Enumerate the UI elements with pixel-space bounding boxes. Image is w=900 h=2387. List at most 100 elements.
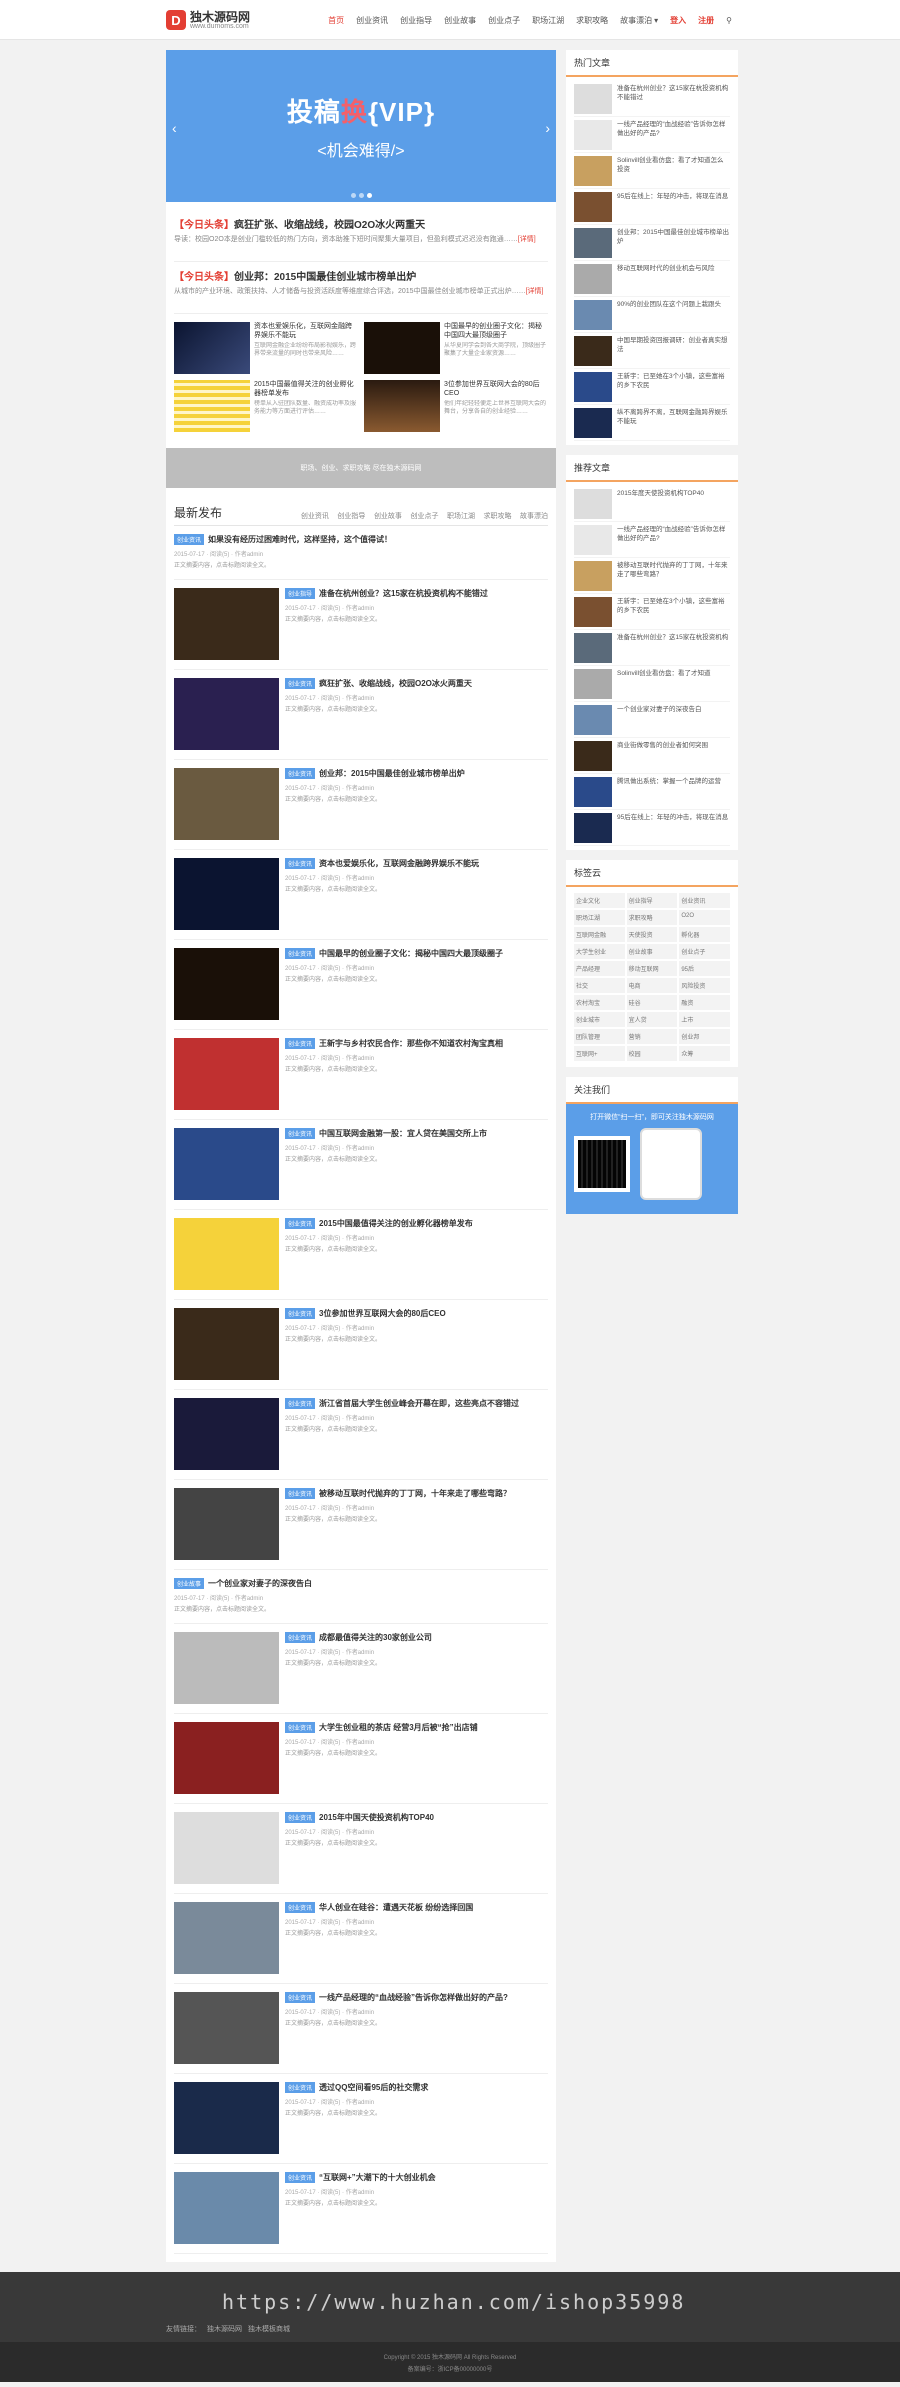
category-badge[interactable]: 创业资讯 (285, 948, 316, 959)
article-item[interactable]: 创业资讯 华人创业在硅谷：遭遇天花板 纷纷选择回国 2015-07-17 · 阅读(… (174, 1894, 548, 1984)
hot-article-item[interactable]: 移动互联网时代的创业机会与风险 (574, 261, 730, 297)
article-thumb[interactable] (174, 1488, 279, 1560)
footer-link[interactable]: 独木模板商城 (248, 2324, 290, 2334)
feature-thumb[interactable] (364, 380, 440, 432)
slider-prev-icon[interactable]: ‹ (172, 120, 177, 136)
list-tab[interactable]: 创业资讯 (301, 513, 329, 520)
nav-item[interactable]: 求职攻略 (570, 15, 614, 26)
article-thumb[interactable] (174, 2172, 279, 2244)
hot-article-item[interactable]: 纵不离跨界不离，互联网金融跨界娱乐不能玩 (574, 405, 730, 441)
feature-thumb[interactable] (364, 322, 440, 374)
nav-item[interactable]: 创业资讯 (350, 15, 394, 26)
widget-item-title[interactable]: 95后在线上：年轻的冲击，将现在消息 (617, 813, 728, 842)
tag-item[interactable]: 移动互联网 (626, 961, 678, 976)
article-item[interactable]: 创业资讯 成都最值得关注的30家创业公司 2015-07-17 · 阅读(5) · … (174, 1624, 548, 1714)
category-badge[interactable]: 创业资讯 (285, 2082, 316, 2093)
tag-item[interactable]: 电商 (626, 978, 678, 993)
widget-item-title[interactable]: 95后在线上：年轻的冲击，将现在消息 (617, 192, 728, 221)
article-title[interactable]: 创业资讯 一线产品经理的“血战经验”告诉你怎样做出好的产品? (285, 1992, 548, 2003)
tag-item[interactable]: 产品经理 (574, 961, 625, 976)
article-title[interactable]: 创业指导 准备在杭州创业？这15家在杭投资机构不能错过 (285, 588, 548, 599)
article-item[interactable]: 创业资讯 王新宇与乡村农民合作：那些你不知道农村淘宝真相 2015-07-17 · … (174, 1030, 548, 1120)
widget-thumb[interactable] (574, 489, 612, 519)
article-thumb[interactable] (174, 768, 279, 840)
tag-item[interactable]: 风险投资 (679, 978, 730, 993)
widget-thumb[interactable] (574, 561, 612, 591)
category-badge[interactable]: 创业资讯 (285, 1218, 316, 1229)
widget-thumb[interactable] (574, 633, 612, 663)
list-tab[interactable]: 求职攻略 (483, 513, 511, 520)
nav-item[interactable]: 创业点子 (482, 15, 526, 26)
tag-item[interactable]: O2O (679, 910, 730, 925)
category-badge[interactable]: 创业资讯 (285, 1722, 316, 1733)
tag-item[interactable]: 营销 (626, 1029, 678, 1044)
widget-item-title[interactable]: 中国早期投资回报调研：创业者真实想法 (617, 336, 730, 365)
widget-item-title[interactable]: 准备在杭州创业？这15家在杭投资机构 (617, 633, 728, 662)
widget-item-title[interactable]: 被移动互联时代抛弃的丁丁网，十年来走了哪些弯路？ (617, 561, 730, 590)
tag-item[interactable]: 农村淘宝 (574, 995, 625, 1010)
article-thumb[interactable] (174, 1218, 279, 1290)
widget-thumb[interactable] (574, 705, 612, 735)
category-badge[interactable]: 创业资讯 (285, 678, 316, 689)
hero-slider[interactable]: 投稿换{VIP} <机会难得/> ‹ › (166, 50, 556, 202)
tag-item[interactable]: 宜人贷 (626, 1012, 678, 1027)
article-item[interactable]: 创业资讯 2015年中国天使投资机构TOP40 2015-07-17 · 阅读(5)… (174, 1804, 548, 1894)
article-title[interactable]: 创业资讯 中国最早的创业圈子文化：揭秘中国四大最顶级圈子 (285, 948, 548, 959)
tag-item[interactable]: 大学生创业 (574, 944, 625, 959)
category-badge[interactable]: 创业资讯 (285, 858, 316, 869)
widget-item-title[interactable]: Solinvill创业看仿盘：看了才知道 (617, 669, 711, 698)
article-title[interactable]: 创业资讯 浙江省首届大学生创业峰会开幕在即，这些亮点不容错过 (285, 1398, 548, 1409)
tag-item[interactable]: 创业城市 (574, 1012, 625, 1027)
tag-item[interactable]: 创业指导 (626, 893, 678, 908)
tag-item[interactable]: 团队管理 (574, 1029, 625, 1044)
footer-link[interactable]: 独木源码网 (207, 2324, 242, 2334)
list-tab[interactable]: 职场江湖 (447, 513, 475, 520)
register-link[interactable]: 注册 (692, 15, 720, 26)
hot-article-item[interactable]: 90%的创业团队在这个问题上栽跟头 (574, 297, 730, 333)
widget-thumb[interactable] (574, 372, 612, 402)
article-thumb[interactable] (174, 588, 279, 660)
headline-title[interactable]: 【今日头条】创业邦：2015中国最佳创业城市榜单出炉 (174, 268, 548, 283)
category-badge[interactable]: 创业资讯 (285, 1308, 316, 1319)
hot-article-item[interactable]: 王新宇：已至她在3个小镇，这些富裕的乡下农民 (574, 369, 730, 405)
more-link[interactable]: [详情] (526, 288, 544, 295)
widget-thumb[interactable] (574, 777, 612, 807)
tag-item[interactable]: 95后 (679, 961, 730, 976)
widget-thumb[interactable] (574, 300, 612, 330)
widget-thumb[interactable] (574, 228, 612, 258)
article-item[interactable]: 创业资讯 资本也爱娱乐化，互联网金融跨界娱乐不能玩 2015-07-17 · 阅读(… (174, 850, 548, 940)
article-thumb[interactable] (174, 2082, 279, 2154)
article-thumb[interactable] (174, 858, 279, 930)
slider-dot[interactable] (350, 193, 356, 198)
tag-item[interactable]: 硅谷 (626, 995, 678, 1010)
article-item[interactable]: 创业资讯 透过QQ空间看95后的社交需求 2015-07-17 · 阅读(5) · … (174, 2074, 548, 2164)
article-thumb[interactable] (174, 1632, 279, 1704)
tag-item[interactable]: 孵化器 (679, 927, 730, 942)
tag-item[interactable]: 互联网+ (574, 1046, 625, 1061)
tag-item[interactable]: 校园 (626, 1046, 678, 1061)
tag-item[interactable]: 众筹 (679, 1046, 730, 1061)
article-title[interactable]: 创业资讯 中国互联网金融第一股：宜人贷在美国交所上市 (285, 1128, 548, 1139)
category-badge[interactable]: 创业指导 (285, 588, 316, 599)
recommended-item[interactable]: 一线产品经理的“血战经验”告诉你怎样做出好的产品? (574, 522, 730, 558)
nav-item[interactable]: 创业指导 (394, 15, 438, 26)
category-badge[interactable]: 创业资讯 (285, 1992, 316, 2003)
tag-item[interactable]: 社交 (574, 978, 625, 993)
article-title[interactable]: 创业资讯 成都最值得关注的30家创业公司 (285, 1632, 548, 1643)
article-item[interactable]: 创业资讯 如果没有经历过困难时代，这样坚持，这个值得试！ 2015-07-17 · … (174, 526, 548, 580)
feature-item[interactable]: 2015中国最值得关注的创业孵化器榜单发布 榜单从入驻团队数量、融资成功率及服务能… (174, 380, 358, 432)
widget-item-title[interactable]: 一个创业家对妻子的深夜告白 (617, 705, 702, 734)
hot-article-item[interactable]: 创业邦：2015中国最佳创业城市榜单出炉 (574, 225, 730, 261)
article-item[interactable]: 创业资讯 疯狂扩张、收缩战线，校园O2O冰火两重天 2015-07-17 · 阅读(… (174, 670, 548, 760)
tag-item[interactable]: 上市 (679, 1012, 730, 1027)
category-badge[interactable]: 创业资讯 (285, 1488, 316, 1499)
article-item[interactable]: 创业资讯 浙江省首届大学生创业峰会开幕在即，这些亮点不容错过 2015-07-17 … (174, 1390, 548, 1480)
widget-item-title[interactable]: 准备在杭州创业？这15家在杭投资机构不能错过 (617, 84, 730, 113)
tag-item[interactable]: 创业故事 (626, 944, 678, 959)
article-thumb[interactable] (174, 1992, 279, 2064)
nav-item[interactable]: 故事漂泊 ▾ (614, 15, 664, 26)
hot-article-item[interactable]: 95后在线上：年轻的冲击，将现在消息 (574, 189, 730, 225)
article-thumb[interactable] (174, 1128, 279, 1200)
recommended-item[interactable]: 被移动互联时代抛弃的丁丁网，十年来走了哪些弯路？ (574, 558, 730, 594)
recommended-item[interactable]: 王新宇：已至她在3个小镇，这些富裕的乡下农民 (574, 594, 730, 630)
